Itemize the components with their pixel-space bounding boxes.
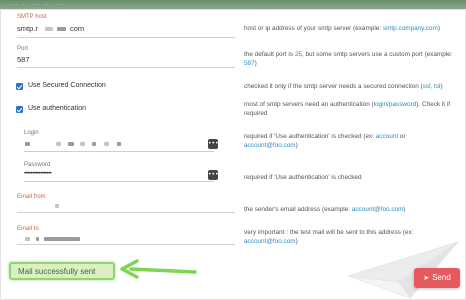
secured-connection-label[interactable]: Use Secured Connection [28, 82, 106, 89]
login-label: Login [24, 130, 39, 136]
email-to-label: Email to [17, 226, 39, 232]
login-mask [117, 142, 121, 146]
email-to-mask [44, 237, 80, 241]
password-more-button[interactable]: ••• [208, 170, 219, 180]
login-mask [92, 142, 96, 146]
top-banner: ... .. ... ... ... [0, 0, 466, 9]
login-mask [104, 142, 109, 146]
email-to-input[interactable] [17, 244, 235, 245]
arrow-left-icon [120, 259, 197, 279]
smtp-host-input[interactable] [17, 37, 235, 38]
email-from-label: Email from [17, 194, 46, 200]
login-input[interactable] [24, 151, 214, 152]
password-value: ••••••••••••••••• [24, 171, 52, 177]
smtp-host-mask [57, 27, 66, 31]
email-from-mask [55, 204, 59, 208]
send-button[interactable]: ➤ Send [414, 268, 460, 288]
email-from-description: the sender's email address (example: acc… [244, 206, 406, 213]
top-banner-text: ... .. ... ... ... [10, 0, 65, 7]
smtp-host-label: SMTP host [17, 14, 47, 20]
smtp-host-description: host or ip address of your smtp server (… [244, 25, 440, 32]
port-input[interactable] [17, 67, 235, 68]
port-description: the default port is 25, but some smtp se… [244, 51, 453, 67]
password-description: required if 'Use authentication' is chec… [244, 174, 362, 181]
email-from-input[interactable] [17, 212, 235, 213]
port-value: 587 [17, 55, 30, 64]
secured-connection-description: checked it only if the smtp server needs… [244, 83, 443, 90]
port-label: Port [17, 46, 29, 52]
email-to-mask [25, 237, 30, 241]
secured-connection-checkbox[interactable] [16, 83, 23, 90]
login-mask [80, 142, 85, 146]
email-to-mask [36, 237, 39, 241]
login-mask [68, 142, 74, 146]
password-input[interactable] [24, 181, 214, 182]
paper-plane-icon: ➤ [423, 274, 430, 282]
smtp-host-suffix: com [70, 24, 85, 33]
use-authentication-checkbox[interactable] [16, 106, 23, 113]
success-message-text: Mail successfully sent [18, 267, 96, 276]
login-mask [56, 142, 61, 146]
smtp-host-mask [45, 27, 53, 31]
login-description: required if 'Use authentication' is chec… [244, 133, 406, 149]
password-label: Password [24, 162, 51, 168]
smtp-host-value: smtp.r [17, 24, 38, 33]
send-button-label: Send [432, 273, 451, 282]
use-authentication-label[interactable]: Use authentication [28, 105, 86, 112]
success-message: Mail successfully sent [9, 262, 115, 280]
login-mask [25, 142, 30, 146]
login-more-button[interactable]: ••• [208, 139, 219, 149]
use-authentication-description: most of smtp servers need an authenticat… [244, 101, 451, 117]
